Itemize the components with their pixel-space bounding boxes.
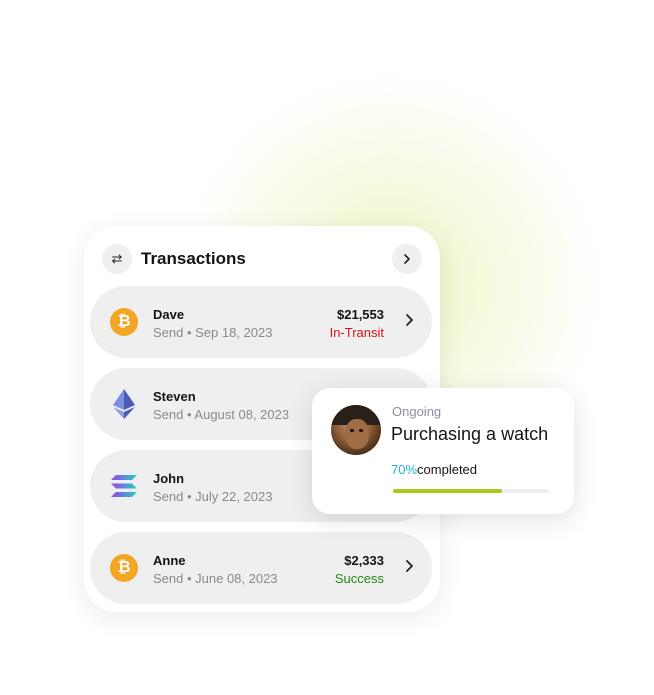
ongoing-label: Ongoing	[392, 404, 442, 419]
transaction-detail: Send • June 08, 2023	[153, 571, 278, 586]
ethereum-icon	[110, 389, 138, 419]
transaction-detail: Send • July 22, 2023	[153, 489, 273, 504]
transaction-name: Steven	[153, 389, 196, 404]
ongoing-purchase-card[interactable]: Ongoing Purchasing a watch 70%completed	[312, 388, 574, 514]
transaction-detail: Send • August 08, 2023	[153, 407, 290, 422]
transactions-title: Transactions	[141, 249, 246, 268]
header-chevron-right-icon[interactable]	[392, 244, 422, 274]
progress-completed-label: completed	[417, 462, 478, 477]
transaction-detail: Send • Sep 18, 2023	[153, 325, 273, 340]
progress-percent: 70%	[391, 462, 418, 477]
transaction-row-anne[interactable]: ₿ Anne Send • June 08, 2023 $2,333 Succe…	[90, 532, 432, 604]
progress-bar-fill	[393, 489, 503, 493]
transaction-amount: $2,333	[344, 553, 384, 568]
solana-icon	[110, 472, 138, 500]
bitcoin-icon: ₿	[110, 308, 138, 336]
transaction-name: Anne	[153, 553, 186, 568]
progress-text: 70%completed	[391, 462, 477, 477]
bitcoin-icon: ₿	[110, 554, 138, 582]
transaction-name: John	[153, 471, 185, 486]
transactions-header: ⇄ Transactions	[84, 226, 440, 286]
transaction-status: Success	[334, 571, 384, 586]
progress-bar	[393, 489, 549, 493]
chevron-right-icon[interactable]	[404, 312, 416, 332]
transaction-amount: $21,553	[337, 307, 384, 322]
chevron-right-icon[interactable]	[404, 558, 416, 578]
transaction-row-dave[interactable]: ₿ Dave Send • Sep 18, 2023 $21,553 In-Tr…	[90, 286, 432, 358]
transaction-name: Dave	[153, 307, 185, 322]
transaction-status: In-Transit	[329, 325, 384, 340]
avatar	[331, 405, 381, 455]
purchase-title: Purchasing a watch	[391, 424, 549, 444]
swap-arrows-icon[interactable]: ⇄	[102, 244, 132, 274]
